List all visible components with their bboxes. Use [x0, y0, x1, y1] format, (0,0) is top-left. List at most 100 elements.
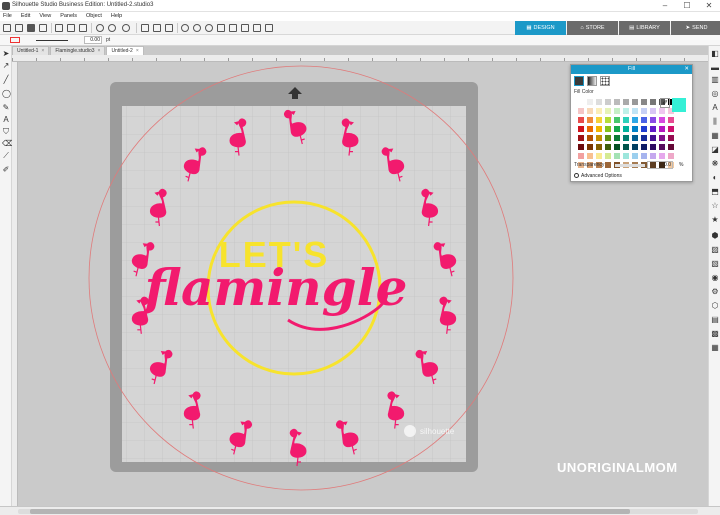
eraser-tool-icon[interactable]: ⌫ [2, 140, 13, 148]
undo-icon[interactable] [96, 24, 104, 32]
color-swatch[interactable] [604, 107, 612, 115]
panel-text-style-icon[interactable]: A [711, 104, 719, 112]
menu-view[interactable]: View [39, 12, 51, 21]
color-swatch[interactable] [577, 116, 585, 124]
color-swatch[interactable] [604, 116, 612, 124]
color-swatch[interactable] [595, 107, 603, 115]
gradient-fill-icon[interactable] [587, 76, 597, 86]
color-swatch[interactable] [640, 143, 648, 151]
color-swatch[interactable] [586, 107, 594, 115]
color-swatch[interactable] [667, 134, 675, 142]
color-swatch[interactable] [622, 152, 630, 160]
color-swatch[interactable] [667, 116, 675, 124]
cut-icon[interactable] [55, 24, 63, 32]
color-swatch[interactable] [658, 125, 666, 133]
select-arrow-icon[interactable]: ➤ [2, 50, 10, 58]
color-swatch[interactable] [604, 152, 612, 160]
menu-panels[interactable]: Panels [60, 12, 77, 21]
fill-bucket-icon[interactable]: ⛉ [2, 128, 10, 136]
color-swatch[interactable] [649, 134, 657, 142]
color-swatch[interactable] [622, 107, 630, 115]
color-swatch[interactable] [658, 116, 666, 124]
color-swatch[interactable] [604, 143, 612, 151]
color-swatch[interactable] [577, 152, 585, 160]
menu-file[interactable]: File [3, 12, 12, 21]
zoom-out-icon[interactable] [193, 24, 201, 32]
color-swatch[interactable] [604, 161, 612, 169]
cut-style-icon[interactable] [265, 24, 273, 32]
pixscan-icon[interactable] [141, 24, 149, 32]
color-swatch[interactable] [631, 134, 639, 142]
zoom-box-icon[interactable] [205, 24, 213, 32]
minimize-button[interactable]: – [654, 0, 676, 12]
tab-send[interactable]: ➤ SEND [671, 21, 720, 35]
color-swatch[interactable] [640, 107, 648, 115]
color-swatch[interactable] [577, 134, 585, 142]
color-swatch[interactable] [613, 125, 621, 133]
fill-panel-header[interactable]: Fill ✕ [571, 65, 692, 74]
save-icon[interactable] [27, 24, 35, 32]
color-swatch[interactable] [640, 116, 648, 124]
panel-line-color-icon[interactable]: ▬ [711, 64, 719, 72]
tab-library[interactable]: ▤ LIBRARY [619, 21, 670, 35]
color-swatch[interactable] [649, 125, 657, 133]
panel-trace-icon[interactable]: ◐ [711, 174, 719, 182]
panel-favorites-icon[interactable]: ★ [711, 216, 719, 224]
line-tool-icon[interactable]: ╱ [2, 76, 10, 84]
panel-rhinestone-icon[interactable]: ⚙ [711, 288, 719, 296]
color-swatch[interactable] [631, 116, 639, 124]
panel-store-icon[interactable]: ⬢ [711, 232, 719, 240]
panel-modify-icon[interactable]: ◪ [711, 146, 719, 154]
tab-design[interactable]: ▦ DESIGN [515, 21, 566, 35]
color-swatch[interactable] [640, 134, 648, 142]
color-swatch[interactable] [631, 107, 639, 115]
color-swatch[interactable] [595, 143, 603, 151]
panel-replicate-icon[interactable]: ▦ [711, 132, 719, 140]
color-swatch[interactable] [595, 98, 603, 106]
eyedropper-icon[interactable]: ✐ [2, 166, 10, 174]
redo-icon[interactable] [108, 24, 116, 32]
new-document-icon[interactable] [3, 24, 11, 32]
color-swatch[interactable] [640, 125, 648, 133]
color-swatch[interactable] [586, 143, 594, 151]
color-swatch[interactable] [613, 143, 621, 151]
select-all-icon[interactable] [165, 24, 173, 32]
line-color-swatch[interactable] [10, 37, 20, 43]
color-swatch[interactable] [595, 125, 603, 133]
close-button[interactable]: ✕ [698, 0, 720, 12]
color-swatch[interactable] [577, 107, 585, 115]
knife-tool-icon[interactable]: ⟋ [2, 152, 10, 160]
panel-library-icon[interactable]: ☆ [711, 202, 719, 210]
color-swatch[interactable] [613, 152, 621, 160]
menu-help[interactable]: Help [111, 12, 122, 21]
color-swatch[interactable] [613, 107, 621, 115]
maximize-button[interactable]: ☐ [676, 0, 698, 12]
transparency-slider[interactable] [615, 164, 645, 167]
scrollbar-thumb[interactable] [30, 509, 630, 514]
zoom-in-icon[interactable] [181, 24, 189, 32]
close-tab-icon[interactable]: × [98, 48, 101, 54]
color-swatch[interactable] [631, 152, 639, 160]
color-swatch[interactable] [667, 143, 675, 151]
panel-send-icon[interactable]: ▨ [711, 246, 719, 254]
color-swatch[interactable] [640, 98, 648, 106]
color-swatch[interactable] [649, 107, 657, 115]
color-swatch[interactable] [622, 134, 630, 142]
color-swatch[interactable] [586, 134, 594, 142]
color-swatch[interactable] [586, 98, 594, 106]
doc-tab-flamingle[interactable]: Flamingle.studio3 × [50, 46, 106, 55]
color-swatch[interactable] [622, 143, 630, 151]
panel-cut-icon[interactable]: ▩ [711, 330, 719, 338]
menu-object[interactable]: Object [86, 12, 102, 21]
color-swatch[interactable] [604, 134, 612, 142]
color-swatch[interactable] [613, 116, 621, 124]
color-swatch[interactable] [640, 152, 648, 160]
line-style-sample[interactable] [36, 40, 68, 41]
panel-images-icon[interactable]: ▦ [711, 344, 719, 352]
panel-layers-icon[interactable]: ▧ [711, 260, 719, 268]
color-swatch[interactable] [658, 152, 666, 160]
color-swatch[interactable] [586, 152, 594, 160]
panel-transform-icon[interactable]: ⬒ [711, 188, 719, 196]
color-swatch[interactable] [649, 116, 657, 124]
panel-print-icon[interactable]: ▤ [711, 316, 719, 324]
